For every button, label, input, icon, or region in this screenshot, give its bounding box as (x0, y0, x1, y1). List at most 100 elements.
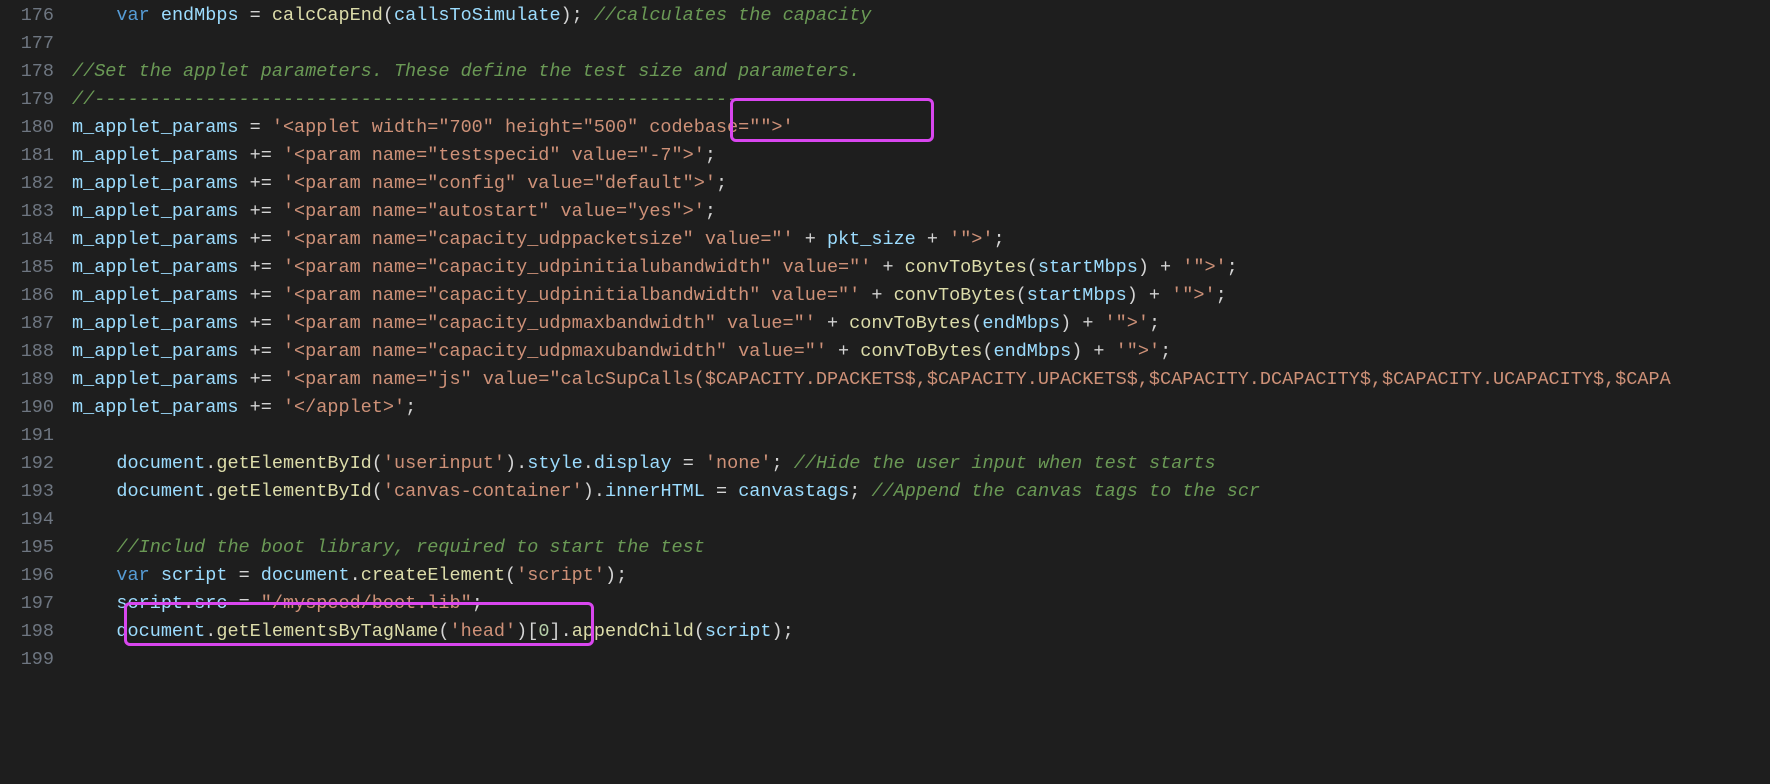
token-str: '<param name="capacity_udpmaxubandwidth"… (283, 341, 827, 362)
token-op: += (239, 257, 283, 278)
token-op (72, 5, 116, 26)
token-op: = (239, 117, 272, 138)
token-op: += (239, 173, 283, 194)
line-number: 183 (0, 198, 54, 226)
token-pun: ( (982, 341, 993, 362)
token-var: document (261, 565, 350, 586)
token-op (72, 481, 116, 502)
line-number-gutter: 1761771781791801811821831841851861871881… (0, 2, 72, 784)
token-var: m_applet_params (72, 145, 239, 166)
token-var: script (705, 621, 772, 642)
token-var: m_applet_params (72, 117, 239, 138)
line-number: 195 (0, 534, 54, 562)
code-line[interactable]: m_applet_params += '</applet>'; (72, 394, 1770, 422)
token-str: 'head' (450, 621, 517, 642)
token-pun: ) + (1060, 313, 1104, 334)
token-pun: ) + (1127, 285, 1171, 306)
token-str: '<param name="autostart" value="yes">' (283, 201, 705, 222)
code-line[interactable]: document.getElementById('userinput').sty… (72, 450, 1770, 478)
token-op: + (794, 229, 827, 250)
code-line[interactable]: script.src = "/myspeed/boot.lib"; (72, 590, 1770, 618)
code-line[interactable]: m_applet_params += '<param name="capacit… (72, 254, 1770, 282)
code-line[interactable]: m_applet_params += '<param name="capacit… (72, 282, 1770, 310)
code-line[interactable]: //--------------------------------------… (72, 86, 1770, 114)
token-pun: . (205, 621, 216, 642)
line-number: 188 (0, 338, 54, 366)
token-kw: var (116, 565, 149, 586)
line-number: 198 (0, 618, 54, 646)
code-line[interactable] (72, 506, 1770, 534)
code-line[interactable]: //Set the applet parameters. These defin… (72, 58, 1770, 86)
token-kw: var (116, 5, 149, 26)
token-pun: ; (405, 397, 416, 418)
code-line[interactable] (72, 30, 1770, 58)
code-line[interactable]: document.getElementById('canvas-containe… (72, 478, 1770, 506)
code-line[interactable]: m_applet_params += '<param name="capacit… (72, 226, 1770, 254)
token-var: document (116, 621, 205, 642)
token-pun: ( (971, 313, 982, 334)
token-str: "/myspeed/boot.lib" (261, 593, 472, 614)
code-line[interactable]: m_applet_params += '<param name="config"… (72, 170, 1770, 198)
token-pun: . (350, 565, 361, 586)
token-var: document (116, 481, 205, 502)
token-pun: ; (716, 173, 727, 194)
line-number: 190 (0, 394, 54, 422)
code-line[interactable]: var script = document.createElement('scr… (72, 562, 1770, 590)
code-editor[interactable]: 1761771781791801811821831841851861871881… (0, 0, 1770, 784)
token-pun: . (205, 453, 216, 474)
line-number: 196 (0, 562, 54, 590)
token-fn: convToBytes (860, 341, 982, 362)
token-str: 'canvas-container' (383, 481, 583, 502)
token-str: 'script' (516, 565, 605, 586)
token-var: m_applet_params (72, 173, 239, 194)
code-area[interactable]: var endMbps = calcCapEnd(callsToSimulate… (72, 2, 1770, 784)
line-number: 180 (0, 114, 54, 142)
token-str: '<param name="capacity_udpinitialubandwi… (283, 257, 871, 278)
code-line[interactable] (72, 422, 1770, 450)
token-fn: appendChild (572, 621, 694, 642)
line-number: 192 (0, 450, 54, 478)
code-line[interactable]: m_applet_params += '<param name="autosta… (72, 198, 1770, 226)
token-fn: getElementsByTagName (216, 621, 438, 642)
code-line[interactable]: m_applet_params = '<applet width="700" h… (72, 114, 1770, 142)
line-number: 178 (0, 58, 54, 86)
token-op: += (239, 341, 283, 362)
token-var: m_applet_params (72, 285, 239, 306)
token-op: + (871, 257, 904, 278)
token-op (72, 621, 116, 642)
token-pun: ( (438, 621, 449, 642)
line-number: 186 (0, 282, 54, 310)
token-cmt: //Includ the boot library, required to s… (116, 537, 704, 558)
code-line[interactable]: m_applet_params += '<param name="capacit… (72, 338, 1770, 366)
token-fn: getElementById (216, 481, 371, 502)
code-line[interactable]: //Includ the boot library, required to s… (72, 534, 1770, 562)
line-number: 177 (0, 30, 54, 58)
token-var: canvastags (738, 481, 849, 502)
token-str: '<param name="js" value="calcSupCalls($C… (283, 369, 1671, 390)
token-op: = (672, 453, 705, 474)
line-number: 176 (0, 2, 54, 30)
line-number: 199 (0, 646, 54, 674)
code-line[interactable]: document.getElementsByTagName('head')[0]… (72, 618, 1770, 646)
token-op: + (827, 341, 860, 362)
token-var: endMbps (982, 313, 1060, 334)
code-line[interactable]: m_applet_params += '<param name="js" val… (72, 366, 1770, 394)
token-str: '">' (949, 229, 993, 250)
token-num: 0 (538, 621, 549, 642)
code-line[interactable]: var endMbps = calcCapEnd(callsToSimulate… (72, 2, 1770, 30)
token-pun: ( (694, 621, 705, 642)
token-pun: ; (849, 481, 871, 502)
token-cmt: //Append the canvas tags to the scr (871, 481, 1260, 502)
token-op: += (239, 201, 283, 222)
token-pun: ); (605, 565, 627, 586)
token-str: '">' (1182, 257, 1226, 278)
token-pun: )[ (516, 621, 538, 642)
code-line[interactable] (72, 646, 1770, 674)
token-var: m_applet_params (72, 369, 239, 390)
token-op: += (239, 145, 283, 166)
token-prop: innerHTML (605, 481, 705, 502)
code-line[interactable]: m_applet_params += '<param name="testspe… (72, 142, 1770, 170)
token-var: m_applet_params (72, 201, 239, 222)
token-cmt: //Hide the user input when test starts (794, 453, 1216, 474)
code-line[interactable]: m_applet_params += '<param name="capacit… (72, 310, 1770, 338)
